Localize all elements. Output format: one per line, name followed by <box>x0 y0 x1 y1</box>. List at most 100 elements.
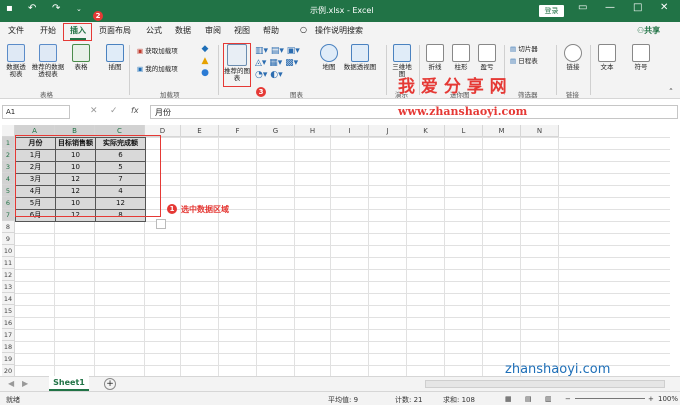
lightbulb-icon: ○ <box>300 25 307 34</box>
visio-icon[interactable]: ◆ <box>200 45 210 54</box>
redo-icon[interactable]: ↷ <box>52 3 60 14</box>
insert-tab-highlight <box>63 23 92 41</box>
row-header-15[interactable]: 15 <box>2 305 15 317</box>
page-break-view-icon[interactable]: ▥ <box>545 395 552 403</box>
pivot-table-button[interactable]: 数据透视表 <box>5 44 27 78</box>
tell-me-search[interactable]: 操作说明搜索 <box>315 25 363 36</box>
column-header-j[interactable]: J <box>369 125 407 137</box>
row-header-7[interactable]: 7 <box>2 209 15 221</box>
row-header-9[interactable]: 9 <box>2 233 15 245</box>
ribbon-separator <box>590 45 591 95</box>
row-header-8[interactable]: 8 <box>2 221 15 233</box>
people-icon[interactable]: ● <box>200 69 210 78</box>
name-box[interactable]: A1 <box>2 105 70 119</box>
column-header-i[interactable]: I <box>331 125 369 137</box>
pivot-chart-button[interactable]: 数据透视图 <box>342 44 378 71</box>
cancel-icon[interactable]: ✕ <box>90 106 98 116</box>
slicer-button[interactable]: ▤ 切片器 <box>510 46 552 53</box>
save-icon[interactable]: ▪ <box>6 3 13 14</box>
quick-analysis-icon[interactable] <box>156 219 166 229</box>
share-button[interactable]: ⚇共享 <box>637 25 660 36</box>
ribbon-separator <box>556 45 557 95</box>
chart-type-gallery[interactable]: ▥▾ ▤▾ ▣▾ ◬▾ ▦▾ ▩▾ ◔▾ ◐▾ <box>255 45 305 81</box>
sheet-bar: ◀ ▶ Sheet1 + <box>0 376 680 391</box>
row-header-16[interactable]: 16 <box>2 317 15 329</box>
normal-view-icon[interactable]: ▦ <box>505 395 512 403</box>
column-header-k[interactable]: K <box>407 125 445 137</box>
column-header-m[interactable]: M <box>483 125 521 137</box>
zoom-level[interactable]: 100% <box>658 395 678 403</box>
row-header-18[interactable]: 18 <box>2 341 15 353</box>
row-header-1[interactable]: 1 <box>2 137 15 149</box>
link-button[interactable]: 链接 <box>562 44 584 71</box>
tab-view[interactable]: 视图 <box>234 25 250 36</box>
tab-file[interactable]: 文件 <box>8 25 24 36</box>
watermark-url: www.zhanshaoyi.com <box>398 105 528 118</box>
recommended-pivot-button[interactable]: 推荐的数据透视表 <box>30 44 66 78</box>
ribbon-separator <box>386 45 387 95</box>
sheet-next-icon[interactable]: ▶ <box>22 379 28 388</box>
row-header-5[interactable]: 5 <box>2 185 15 197</box>
selection-highlight <box>15 135 161 217</box>
zoom-in-icon[interactable]: + <box>648 395 654 403</box>
row-header-10[interactable]: 10 <box>2 245 15 257</box>
collapse-ribbon-icon[interactable]: ⌃ <box>666 88 676 95</box>
row-header-14[interactable]: 14 <box>2 293 15 305</box>
tab-help[interactable]: 帮助 <box>263 25 279 36</box>
symbol-button[interactable]: 符号 <box>630 44 652 71</box>
add-sheet-icon[interactable]: + <box>104 378 116 390</box>
table-button[interactable]: 表格 <box>70 44 92 71</box>
ribbon-tabs: 文件 开始 插入 页面布局 公式 数据 审阅 视图 帮助 ○ 操作说明搜索 ⚇共… <box>0 22 680 41</box>
zoom-out-icon[interactable]: − <box>565 395 571 403</box>
enter-icon[interactable]: ✓ <box>110 106 118 116</box>
tab-page-layout[interactable]: 页面布局 <box>99 25 131 36</box>
column-header-h[interactable]: H <box>295 125 331 137</box>
row-header-11[interactable]: 11 <box>2 257 15 269</box>
timeline-button[interactable]: ▤ 日程表 <box>510 58 552 65</box>
row-header-17[interactable]: 17 <box>2 329 15 341</box>
sparkline-line-button[interactable]: 折线 <box>424 44 446 71</box>
get-addins-button[interactable]: ▣ 获取加载项 <box>137 48 197 55</box>
column-header-n[interactable]: N <box>521 125 559 137</box>
column-header-e[interactable]: E <box>181 125 219 137</box>
close-icon[interactable]: ✕ <box>660 2 668 13</box>
row-header-2[interactable]: 2 <box>2 149 15 161</box>
sheet-prev-icon[interactable]: ◀ <box>8 379 14 388</box>
tab-review[interactable]: 审阅 <box>205 25 221 36</box>
horizontal-scrollbar[interactable] <box>425 380 665 388</box>
row-header-3[interactable]: 3 <box>2 161 15 173</box>
tab-home[interactable]: 开始 <box>40 25 56 36</box>
sparkline-winloss-button[interactable]: 盈亏 <box>476 44 498 71</box>
recommended-charts-highlight <box>223 43 251 87</box>
login-button[interactable]: 登录 <box>539 5 564 17</box>
sheet-tab-sheet1[interactable]: Sheet1 <box>49 376 89 391</box>
status-bar: 就绪 平均值: 9 计数: 21 求和: 108 ▦ ▤ ▥ − + 100% <box>0 391 680 405</box>
illustrations-button[interactable]: 插图 <box>104 44 126 71</box>
column-header-f[interactable]: F <box>219 125 257 137</box>
minimize-icon[interactable]: — <box>605 2 615 13</box>
maximize-icon[interactable]: □ <box>633 2 642 13</box>
row-header-19[interactable]: 19 <box>2 353 15 365</box>
zoom-slider[interactable] <box>575 398 645 399</box>
ribbon-display-icon[interactable]: ▭ <box>578 2 587 13</box>
column-header-l[interactable]: L <box>445 125 483 137</box>
column-header-g[interactable]: G <box>257 125 295 137</box>
my-addins-button[interactable]: ▣ 我的加载项 <box>137 66 197 73</box>
insert-function-button[interactable]: fx <box>131 106 139 115</box>
row-header-13[interactable]: 13 <box>2 281 15 293</box>
tab-data[interactable]: 数据 <box>175 25 191 36</box>
page-layout-view-icon[interactable]: ▤ <box>525 395 532 403</box>
select-all-corner[interactable] <box>2 125 15 137</box>
sparkline-column-button[interactable]: 柱形 <box>450 44 472 71</box>
text-button[interactable]: 文本 <box>596 44 618 71</box>
row-header-4[interactable]: 4 <box>2 173 15 185</box>
tab-formulas[interactable]: 公式 <box>146 25 162 36</box>
maps-button[interactable]: 地图 <box>318 44 340 71</box>
bing-icon[interactable]: ▲ <box>200 57 210 66</box>
row-header-6[interactable]: 6 <box>2 197 15 209</box>
group-charts-label: 图表 <box>290 91 303 99</box>
customize-qat-icon[interactable]: ⌄ <box>76 5 82 13</box>
row-header-12[interactable]: 12 <box>2 269 15 281</box>
recommended-pivot-icon <box>39 44 57 62</box>
undo-icon[interactable]: ↶ <box>28 3 36 14</box>
